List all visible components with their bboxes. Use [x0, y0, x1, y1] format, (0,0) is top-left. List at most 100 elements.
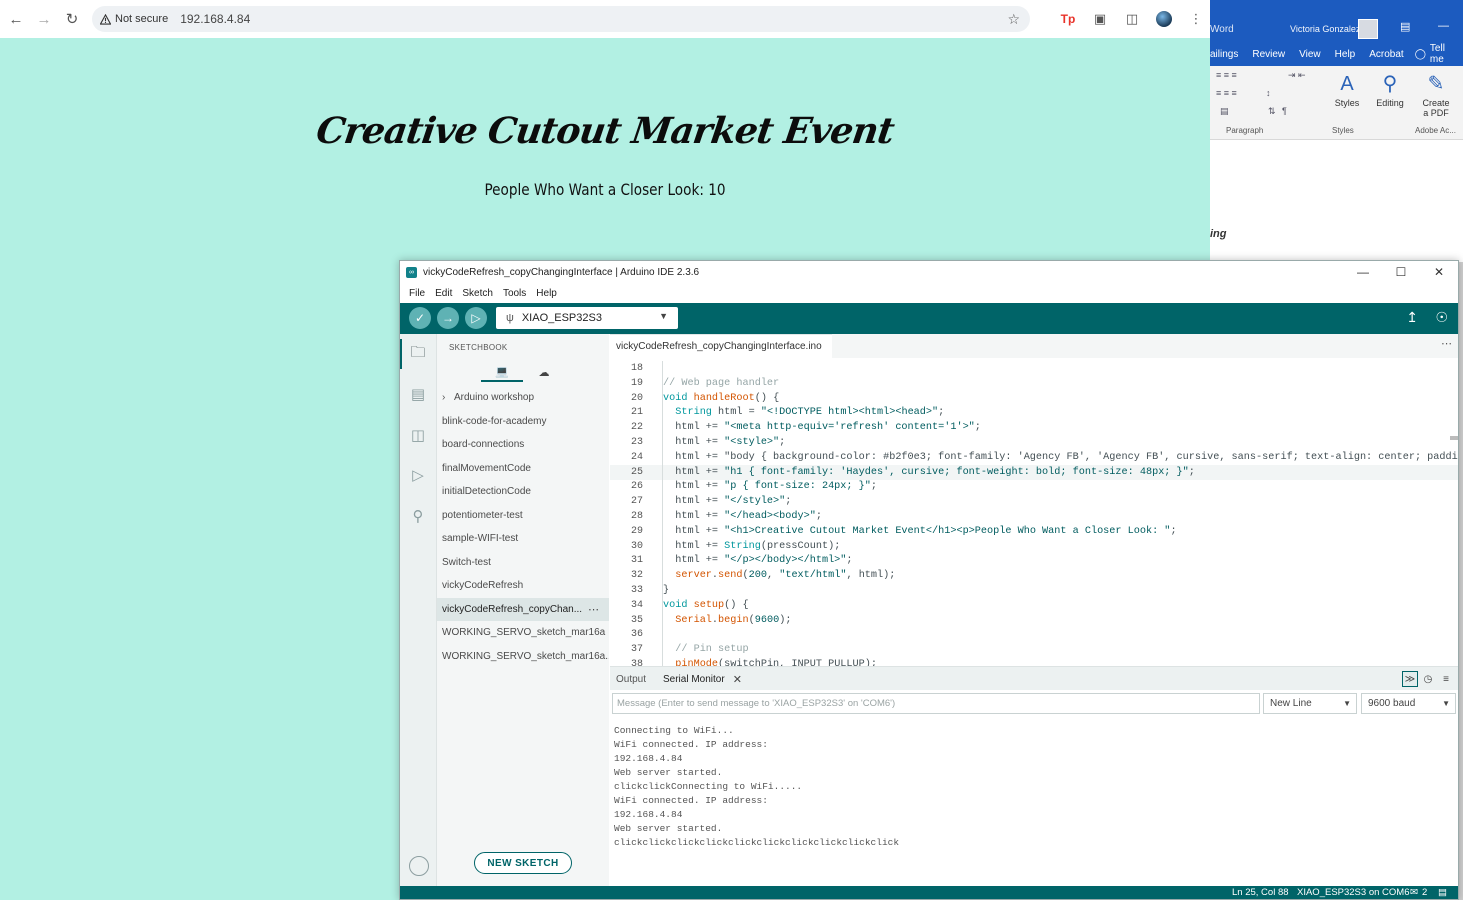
cursor-position[interactable]: Ln 25, Col 88 — [1232, 887, 1289, 898]
code-line[interactable]: 37 // Pin setup — [610, 642, 1458, 658]
code-line[interactable]: 18 — [610, 361, 1458, 376]
more-options-icon[interactable]: ⋯ — [588, 603, 599, 616]
clear-output-icon[interactable]: ≡ — [1438, 671, 1454, 687]
list-item[interactable]: Switch-test — [437, 551, 609, 575]
verify-check-icon[interactable]: ✓ — [409, 307, 431, 329]
ribbon-display-icon[interactable]: ▤ — [1400, 20, 1410, 33]
code-line[interactable]: 25 html += "h1 { font-family: 'Haydes', … — [610, 464, 1458, 480]
baud-rate-select[interactable]: 9600 baud ▼ — [1361, 693, 1456, 714]
address-bar[interactable]: Not secure 192.168.4.84 ☆ — [92, 6, 1030, 32]
panel-toggle-icon[interactable]: ▤ — [1438, 887, 1447, 898]
tp-extension-icon[interactable]: Tp — [1054, 6, 1082, 32]
search-tab-icon[interactable]: ◫ — [1118, 6, 1146, 32]
user-account-icon[interactable] — [409, 856, 429, 876]
code-line[interactable]: 22 html += "<meta http-equiv='refresh' c… — [610, 420, 1458, 436]
code-line[interactable]: 32 server.send(200, "text/html", html); — [610, 568, 1458, 584]
menu-file[interactable]: File — [404, 288, 430, 299]
autoscroll-icon[interactable]: ≫ — [1402, 671, 1418, 687]
new-sketch-button[interactable]: NEW SKETCH — [474, 852, 572, 874]
code-line[interactable]: 27 html += "</style>"; — [610, 494, 1458, 510]
folder-arduino-workshop[interactable]: › Arduino workshop — [437, 386, 609, 410]
board-selector[interactable]: ψ XIAO_ESP32S3 ▼ — [496, 307, 678, 329]
borders-icon[interactable]: ▤ — [1220, 106, 1229, 117]
list-item[interactable]: finalMovementCode — [437, 457, 609, 481]
menu-edit[interactable]: Edit — [430, 288, 457, 299]
timestamp-clock-icon[interactable]: ◷ — [1420, 671, 1436, 687]
code-line[interactable]: 31 html += "</p></body></html>"; — [610, 553, 1458, 569]
reload-icon[interactable]: ↻ — [58, 5, 86, 33]
code-line[interactable]: 23 html += "<style>"; — [610, 435, 1458, 450]
debug-icon[interactable]: ▷ — [465, 307, 487, 329]
code-line[interactable]: 38 pinMode(switchPin, INPUT_PULLUP); — [610, 657, 1458, 666]
code-line[interactable]: 33} — [610, 583, 1458, 598]
search-icon[interactable]: ⚲ — [407, 505, 429, 527]
list-item[interactable]: initialDetectionCode — [437, 480, 609, 504]
tab-help[interactable]: Help — [1328, 49, 1363, 60]
tab-mailings[interactable]: ailings — [1210, 49, 1245, 60]
code-line[interactable]: 30 html += String(pressCount); — [610, 538, 1458, 554]
bookmark-star-icon[interactable]: ☆ — [1007, 11, 1020, 28]
line-spacing-icon[interactable]: ↕ — [1266, 88, 1271, 98]
align-icon[interactable]: ≡ ≡ ≡ — [1216, 88, 1237, 98]
tab-view[interactable]: View — [1292, 49, 1328, 60]
tab-acrobat[interactable]: Acrobat — [1362, 49, 1410, 60]
kebab-menu-icon[interactable]: ⋮ — [1182, 6, 1210, 32]
code-line[interactable]: 20 void handleRoot() { — [610, 390, 1458, 406]
board-port-status[interactable]: XIAO_ESP32S3 on COM6 — [1297, 887, 1409, 898]
create-pdf-button[interactable]: ✎ Create a PDF — [1416, 70, 1456, 118]
tab-review[interactable]: Review — [1245, 49, 1292, 60]
serial-monitor-icon[interactable]: ☉ — [1435, 309, 1448, 326]
tab-sketch-file[interactable]: vickyCodeRefresh_copyChangingInterface.i… — [610, 334, 832, 358]
indent-icon[interactable]: ⇥ ⇤ — [1288, 70, 1306, 81]
sort-icon[interactable]: ⇅ — [1268, 106, 1276, 117]
serial-plotter-icon[interactable]: ↥ — [1406, 309, 1418, 326]
profile-icon[interactable] — [1150, 6, 1178, 32]
code-line[interactable]: 24 html += "body { background-color: #b2… — [610, 449, 1458, 465]
code-line[interactable]: 28 html += "</head><body>"; — [610, 509, 1458, 524]
line-ending-select[interactable]: New Line ▼ — [1263, 693, 1357, 714]
list-item[interactable]: sample-WIFI-test — [437, 527, 609, 551]
more-options-icon[interactable]: ⋯ — [1441, 337, 1452, 350]
notification-count[interactable]: 2 — [1422, 887, 1427, 898]
library-manager-icon[interactable]: ◫ — [407, 424, 429, 446]
tab-output[interactable]: Output — [616, 667, 646, 691]
styles-button[interactable]: A Styles — [1327, 70, 1367, 108]
puzzle-extensions-icon[interactable]: ▣ — [1086, 6, 1114, 32]
code-line[interactable]: 21 String html = "<!DOCTYPE html><html><… — [610, 405, 1458, 421]
pilcrow-icon[interactable]: ¶ — [1282, 106, 1287, 116]
list-item[interactable]: potentiometer-test — [437, 504, 609, 528]
menu-tools[interactable]: Tools — [498, 288, 531, 299]
tab-serial-monitor[interactable]: Serial Monitor ✕ — [663, 667, 742, 691]
upload-arrow-icon[interactable]: → — [437, 307, 459, 329]
debug-icon[interactable]: ▷ — [407, 464, 429, 486]
boards-manager-icon[interactable]: ▤ — [407, 383, 429, 405]
maximize-icon[interactable]: ☐ — [1382, 261, 1420, 283]
url-text[interactable]: 192.168.4.84 — [180, 12, 250, 26]
menu-sketch[interactable]: Sketch — [457, 288, 498, 299]
code-line[interactable]: 29 html += "<h1>Creative Cutout Market E… — [610, 523, 1458, 539]
menu-help[interactable]: Help — [531, 288, 562, 299]
bullets-icon[interactable]: ≡ ≡ ≡ — [1216, 70, 1237, 80]
close-icon[interactable]: ✕ — [1420, 261, 1458, 283]
cloud-icon[interactable]: ☁ — [523, 362, 565, 382]
code-line[interactable]: 26 html += "p { font-size: 24px; }"; — [610, 479, 1458, 495]
word-user-avatar[interactable] — [1358, 19, 1378, 39]
list-item[interactable]: vickyCodeRefresh — [437, 574, 609, 598]
editing-button[interactable]: ⚲ Editing — [1370, 70, 1410, 108]
tab-tell-me[interactable]: Tell me — [1428, 43, 1463, 65]
minimize-icon[interactable]: — — [1344, 261, 1382, 283]
code-line[interactable]: 34 void setup() { — [610, 597, 1458, 613]
list-item[interactable]: WORKING_SERVO_sketch_mar16a... — [437, 645, 609, 669]
code-line[interactable]: 35 Serial.begin(9600); — [610, 612, 1458, 628]
code-editor[interactable]: 18 19 // Web page handler 20 void handleRoot… — [610, 358, 1458, 666]
notification-bell-icon[interactable]: ✉ — [1410, 887, 1418, 898]
security-chip[interactable]: Not secure — [100, 13, 168, 25]
code-line[interactable]: 36 — [610, 627, 1458, 643]
local-sketchbook-icon[interactable]: 💻 — [481, 362, 523, 382]
close-icon[interactable]: ✕ — [733, 673, 742, 686]
list-item[interactable]: board-connections — [437, 433, 609, 457]
list-item[interactable]: WORKING_SERVO_sketch_mar16a — [437, 621, 609, 645]
list-item-selected[interactable]: vickyCodeRefresh_copyChan... ⋯ — [437, 597, 609, 621]
code-line[interactable]: 19 // Web page handler — [610, 375, 1458, 391]
sketchbook-folder-icon[interactable]: 🗀 — [407, 343, 429, 365]
